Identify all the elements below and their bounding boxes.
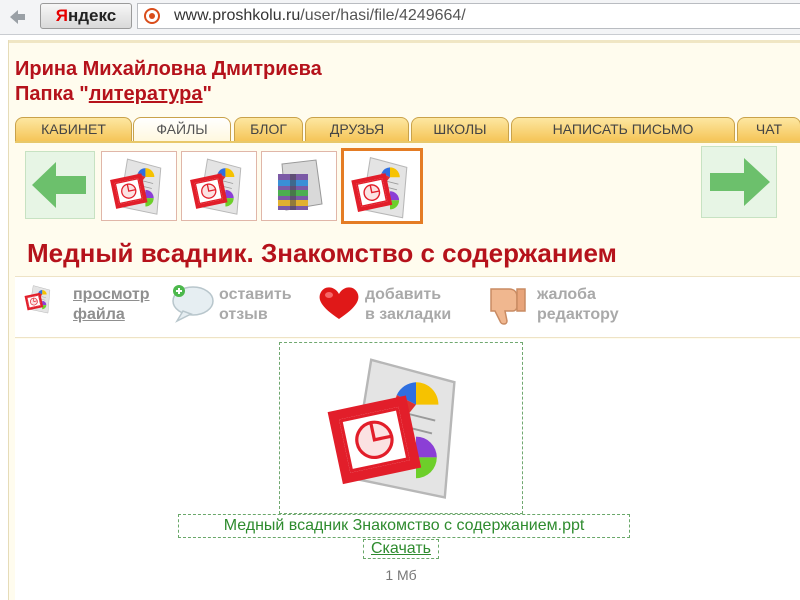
ppt-file-large-icon [300,347,500,507]
url-path: /user/hasi/file/4249664/ [300,7,466,24]
yandex-search-button[interactable]: Яндекс [40,3,132,29]
file-size: 1 Мб [385,567,417,583]
heart-icon [319,287,359,319]
thumbs-down-icon [490,288,526,325]
view-file-link[interactable]: просмотр файла [73,285,150,325]
leave-review-label: оставить отзыв [219,286,292,323]
file-preview-area: Медный всадник Знакомство с содержанием.… [15,339,800,600]
tab-files[interactable]: ФАЙЛЫ [133,117,231,141]
folder-prefix: Папка " [15,83,89,105]
tab-cabinet[interactable]: КАБИНЕТ [15,117,132,141]
leave-review-action[interactable]: оставить отзыв [169,281,309,331]
file-actions: просмотр файла оставить отзыв добавить в… [15,276,800,338]
file-title: Медный всадник. Знакомство с содержанием [27,238,617,268]
folder-link[interactable]: литература [89,83,203,105]
page-top-border [9,40,800,43]
view-file-action[interactable]: просмотр файла [23,281,163,331]
back-arrow-icon[interactable] [6,6,28,28]
browser-toolbar: Яндекс www.proshkolu.ru/user/hasi/file/4… [0,0,800,35]
tab-blog[interactable]: БЛОГ [234,117,303,141]
user-name-heading: Ирина Михайловна Дмитриева [15,58,322,80]
file-thumbnail[interactable] [101,151,177,221]
tab-schools[interactable]: ШКОЛЫ [411,117,509,141]
yandex-logo-letter: Я [55,6,68,25]
file-thumbnail[interactable] [261,151,337,221]
site-favicon-icon [144,8,160,24]
tabs-underline [15,141,800,143]
file-thumbnail[interactable] [181,151,257,221]
file-preview-frame[interactable] [279,342,523,514]
arrow-left-icon [32,162,86,208]
tab-friends[interactable]: ДРУЗЬЯ [305,117,409,141]
download-link[interactable]: Скачать [363,539,439,559]
add-bookmark-label: добавить в закладки [365,286,452,323]
next-file-button[interactable] [701,146,777,218]
ppt-icon [23,283,55,315]
ppt-file-icon [104,154,174,218]
archive-file-icon [278,159,323,211]
folder-heading: Папка "литература" [15,83,212,106]
profile-tabs: КАБИНЕТ ФАЙЛЫ БЛОГ ДРУЗЬЯ ШКОЛЫ НАПИСАТЬ… [15,117,800,141]
url-domain: www.proshkolu.ru [174,7,301,24]
page-content: Ирина Михайловна Дмитриева Папка "литера… [8,40,800,600]
yandex-logo-text: ндекс [67,6,117,25]
file-thumbnail-selected[interactable] [341,148,423,224]
ppt-file-icon [345,152,421,222]
add-bookmark-action[interactable]: добавить в закладки [315,281,475,331]
previous-file-button[interactable] [25,151,95,219]
complaint-action[interactable]: жалоба редактору [483,281,653,331]
ppt-file-icon [184,154,254,218]
folder-suffix: " [202,83,212,105]
complaint-label: жалоба редактору [537,286,619,323]
file-name-link[interactable]: Медный всадник Знакомство с содержанием.… [178,514,630,538]
arrow-right-icon [710,158,770,206]
tab-chat[interactable]: ЧАТ [737,117,800,141]
url-text: www.proshkolu.ru/user/hasi/file/4249664/ [174,7,466,25]
comment-bubble-icon [172,285,214,323]
address-bar[interactable]: www.proshkolu.ru/user/hasi/file/4249664/ [137,3,800,29]
tab-write-letter[interactable]: НАПИСАТЬ ПИСЬМО [511,117,735,141]
